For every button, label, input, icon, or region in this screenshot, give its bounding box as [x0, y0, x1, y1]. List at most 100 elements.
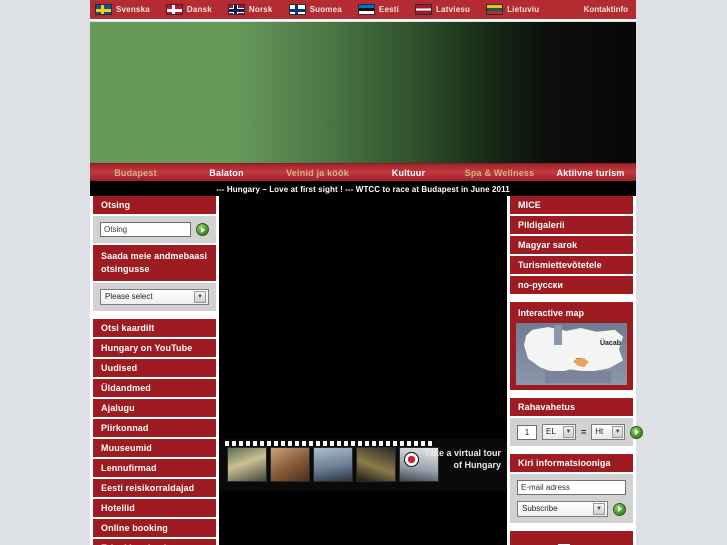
- language-label: Norsk: [248, 5, 273, 14]
- sidebar-item-po-russki[interactable]: по-русски: [510, 276, 633, 296]
- currency-to-value: Ht: [595, 427, 604, 436]
- sidebar-item-online-booking[interactable]: Online booking: [93, 519, 216, 540]
- search-heading: Otsing: [93, 196, 216, 216]
- database-select[interactable]: Please select ▼: [100, 289, 209, 306]
- nav-item-spa-wellness[interactable]: Spa & Wellness: [454, 168, 545, 178]
- search-go-icon[interactable]: [196, 223, 209, 236]
- map-baltic-sea: [553, 325, 562, 346]
- language-label: Latviesu: [436, 5, 471, 14]
- hero-banner: [90, 21, 636, 164]
- language-bar: Svenska Dansk Norsk Suomea Eesti Latvies…: [90, 0, 636, 21]
- map-country-label: Üacab: [599, 340, 621, 348]
- language-label: Dansk: [186, 5, 212, 14]
- thumb-chain-bridge[interactable]: [356, 447, 396, 482]
- language-link-latviesu[interactable]: Latviesu: [415, 4, 470, 15]
- main-media-area: Take a virtual tour of Hungary: [219, 196, 507, 545]
- virtual-tour-line2: of Hungary: [453, 460, 501, 471]
- newsletter-email-input[interactable]: E-mail adress: [517, 480, 626, 495]
- thumb-parliament[interactable]: [227, 447, 267, 482]
- language-link-norsk[interactable]: Norsk: [227, 4, 273, 15]
- interactive-map-heading: Interactive map: [518, 308, 585, 318]
- sidebar-item-muuseumid[interactable]: Muuseumid: [93, 439, 216, 460]
- main-content: Take a virtual tour of Hungary: [219, 196, 507, 545]
- content-columns: Otsing Otsing Saada meie andmebaasi otsi…: [90, 196, 644, 545]
- sidebar-item-hotellid[interactable]: Hotellid: [93, 499, 216, 520]
- newsletter-heading: Kiri informatsiooniga: [510, 454, 633, 474]
- site-frame: Svenska Dansk Norsk Suomea Eesti Latvies…: [90, 0, 644, 545]
- chevron-down-icon: ▼: [194, 291, 206, 304]
- thumb-opera[interactable]: [270, 447, 310, 482]
- equals-sign: =: [581, 427, 587, 437]
- sidebar-item-eripakkumised[interactable]: Eripakkumised: [93, 539, 216, 545]
- virtual-tour-caption: Take a virtual tour of Hungary: [404, 447, 501, 471]
- page-root: Svenska Dansk Norsk Suomea Eesti Latvies…: [0, 0, 727, 545]
- nav-item-kultuur[interactable]: Kultuur: [363, 168, 454, 178]
- currency-go-icon[interactable]: [630, 425, 644, 439]
- language-link-suomea[interactable]: Suomea: [288, 4, 342, 15]
- flag-sweden-icon: [95, 4, 112, 15]
- nav-item-veinid-ja-kook[interactable]: Veinid ja köök: [272, 168, 363, 178]
- currency-converter: 1 EL ▼ = Ht ▼: [510, 418, 644, 448]
- sidebar-item-eesti-reisikorraldajad[interactable]: Eesti reisikorraldajad: [93, 479, 216, 500]
- main-navigation: Budapest Balaton Veinid ja köök Kultuur …: [90, 164, 636, 182]
- newsletter-action-value: Subscribe: [522, 504, 558, 513]
- virtual-tour-text: Take a virtual tour of Hungary: [424, 447, 501, 471]
- map-landmass: [524, 327, 623, 374]
- map-mediterranean-sea: [544, 371, 612, 383]
- sidebar-item-magyar-sarok[interactable]: Magyar sarok: [510, 236, 633, 256]
- flag-estonia-icon: [357, 4, 375, 15]
- sidebar-item-turismiettevotetele[interactable]: Turismiettevõtetele: [510, 256, 633, 276]
- flag-denmark-icon: [165, 4, 183, 15]
- chevron-down-icon: ▼: [612, 426, 624, 438]
- language-label: Eesti: [378, 5, 400, 14]
- flag-lithuania-icon: [486, 4, 504, 15]
- nav-item-budapest[interactable]: Budapest: [90, 168, 181, 178]
- flag-latvia-icon: [415, 4, 433, 15]
- chevron-down-icon: ▼: [563, 426, 574, 438]
- currency-from-select[interactable]: EL ▼: [542, 424, 576, 440]
- search-box: Otsing: [93, 216, 216, 245]
- newsletter-go-icon[interactable]: [613, 502, 626, 516]
- interactive-map-block: Interactive map Üacab: [510, 302, 633, 392]
- sidebar-item-uldandmed[interactable]: Üldandmed: [93, 379, 216, 400]
- language-label: Svenska: [116, 5, 150, 14]
- europe-map-image[interactable]: Üacab: [516, 323, 627, 385]
- language-link-dansk[interactable]: Dansk: [165, 4, 212, 15]
- sidebar-item-lennufirmad[interactable]: Lennufirmad: [93, 459, 216, 480]
- flag-finland-icon: [288, 4, 306, 15]
- thumb-museum[interactable]: [313, 447, 353, 482]
- currency-heading: Rahavahetus: [510, 398, 633, 418]
- database-select-value: Please select: [105, 292, 153, 302]
- newsletter-action-select[interactable]: Subscribe ▼: [517, 501, 608, 517]
- virtual-tour-line1: Take a virtual tour: [424, 448, 501, 458]
- language-link-lietuviu[interactable]: Lietuviu: [486, 4, 539, 15]
- sidebar-item-otsi-kaardilt[interactable]: Otsi kaardilt: [93, 319, 216, 340]
- currency-to-select[interactable]: Ht ▼: [591, 424, 626, 440]
- sidebar-item-mice[interactable]: MICE: [510, 196, 633, 216]
- hungary-badge-icon: [404, 451, 420, 467]
- language-label: Lietuviu: [507, 5, 540, 14]
- language-link-eesti[interactable]: Eesti: [357, 4, 400, 15]
- database-select-box: Please select ▼: [93, 283, 216, 314]
- currency-amount-input[interactable]: 1: [517, 424, 537, 440]
- search-input[interactable]: Otsing: [100, 222, 191, 237]
- news-ticker: --- Hungary – Love at first sight ! --- …: [90, 182, 636, 196]
- language-link-svenska[interactable]: Svenska: [95, 4, 150, 15]
- nav-item-balaton[interactable]: Balaton: [181, 168, 272, 178]
- left-sidebar: Otsing Otsing Saada meie andmebaasi otsi…: [90, 196, 218, 545]
- sidebar-item-pildigalerii[interactable]: Pildigalerii: [510, 216, 633, 236]
- language-label: Suomea: [309, 5, 342, 14]
- newsletter-form: E-mail adress Subscribe ▼: [510, 474, 633, 525]
- sidebar-item-ajalugu[interactable]: Ajalugu: [93, 399, 216, 420]
- nav-item-aktiivne-turism[interactable]: Aktiivne turism: [545, 168, 636, 178]
- sidebar-item-hungary-on-youtube[interactable]: Hungary on YouTube: [93, 339, 216, 360]
- virtual-tour-banner[interactable]: Take a virtual tour of Hungary: [219, 439, 507, 491]
- sidebar-item-piirkonnad[interactable]: Piirkonnad: [93, 419, 216, 440]
- contact-info-link[interactable]: Kontaktinfo: [584, 5, 628, 14]
- tourinform-logo-block: tourinform: [510, 531, 633, 545]
- currency-from-value: EL: [546, 427, 556, 436]
- right-sidebar: MICE Pildigalerii Magyar sarok Turismiet…: [508, 196, 644, 545]
- chevron-down-icon: ▼: [593, 503, 605, 515]
- database-search-heading: Saada meie andmebaasi otsingusse: [93, 245, 216, 284]
- sidebar-item-uudised[interactable]: Uudised: [93, 359, 216, 380]
